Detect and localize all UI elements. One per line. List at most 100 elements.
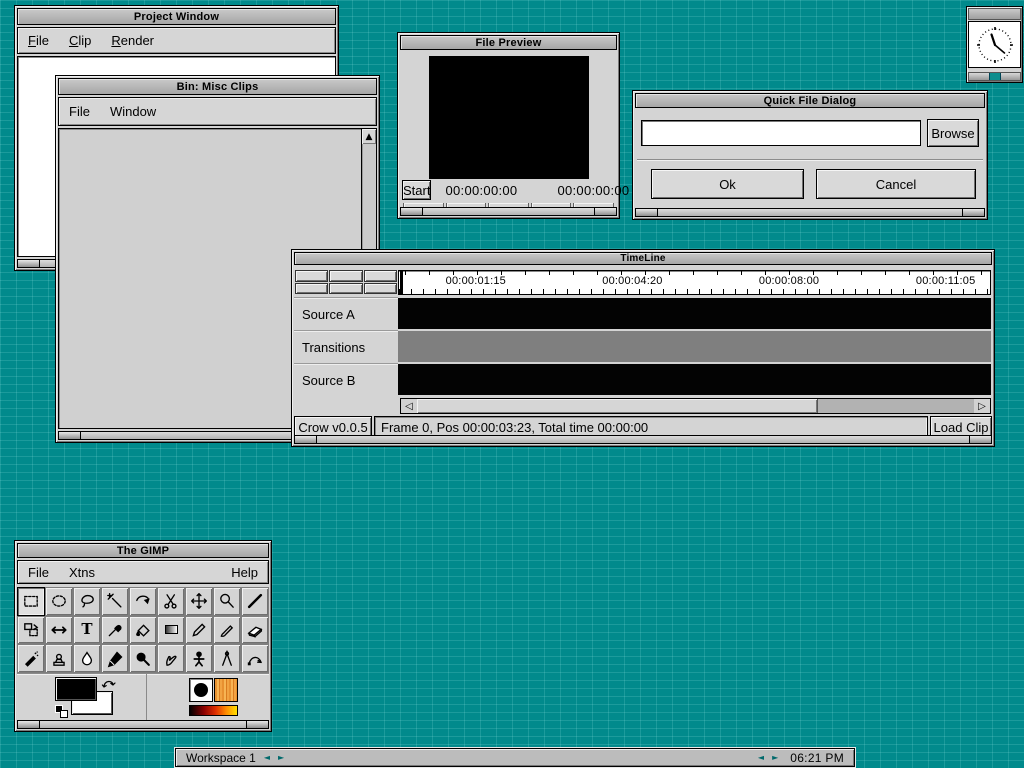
divider	[637, 159, 983, 161]
airbrush-tool[interactable]	[17, 644, 45, 673]
time-in: 00:00:00:00	[445, 183, 517, 198]
scroll-thumb[interactable]	[417, 399, 818, 413]
text-tool[interactable]: T	[73, 616, 101, 645]
cancel-button[interactable]: Cancel	[816, 169, 976, 199]
file-preview-title: File Preview	[476, 37, 542, 49]
pencil-tool[interactable]	[185, 616, 213, 645]
resize-grip[interactable]	[294, 435, 992, 444]
swap-colors-icon[interactable]	[101, 676, 117, 690]
rect-select-tool[interactable]	[17, 587, 45, 616]
timeline-horizontal-scrollbar[interactable]: ◁ ▷	[400, 398, 991, 414]
menu-file[interactable]: File	[18, 33, 59, 48]
menu-file[interactable]: File	[59, 104, 100, 119]
timeline-button[interactable]	[329, 270, 362, 282]
menu-render[interactable]: Render	[101, 33, 164, 48]
xinput-airbrush-tool[interactable]	[185, 644, 213, 673]
magnify-tool[interactable]	[213, 587, 241, 616]
gimp-indicator-area	[17, 673, 269, 720]
default-colors-icon[interactable]	[55, 705, 68, 718]
track-label: Transitions	[294, 330, 398, 363]
flip-tool[interactable]	[45, 616, 73, 645]
file-preview-window: File Preview Start 00:00:00:00 00:00:00:…	[397, 32, 620, 219]
bucket-fill-tool[interactable]	[129, 616, 157, 645]
quick-file-dialog-titlebar[interactable]: Quick File Dialog	[635, 93, 985, 108]
resize-grip[interactable]	[400, 207, 617, 216]
bin-window-title: Bin: Misc Clips	[177, 81, 259, 93]
dock-handle[interactable]	[989, 73, 1001, 80]
clock-face	[968, 21, 1021, 68]
menu-xtns[interactable]: Xtns	[59, 565, 105, 580]
paintbrush-tool[interactable]	[213, 616, 241, 645]
start-button[interactable]: Start	[402, 180, 431, 200]
timeline-titlebar[interactable]: TimeLine	[294, 252, 992, 265]
track-transitions[interactable]	[398, 331, 991, 362]
blend-tool[interactable]	[157, 616, 185, 645]
project-window-titlebar[interactable]: Project Window	[17, 8, 336, 25]
timeline-button[interactable]	[295, 270, 328, 282]
resize-grip[interactable]	[635, 208, 985, 217]
timeline-button[interactable]	[295, 283, 328, 295]
ink-tool[interactable]	[101, 644, 129, 673]
free-select-tool[interactable]	[73, 587, 101, 616]
timeline-title: TimeLine	[620, 253, 665, 264]
workspace-next-icon[interactable]: ►	[278, 753, 284, 762]
smudge-tool[interactable]	[157, 644, 185, 673]
file-path-input[interactable]	[641, 120, 921, 146]
gimp-toolbox-window: The GIMP File Xtns Help T	[14, 540, 272, 732]
quick-file-dialog: Quick File Dialog Browse Ok Cancel	[632, 90, 988, 220]
track-source-a[interactable]	[398, 298, 991, 329]
timeline-button[interactable]	[329, 283, 362, 295]
ok-button[interactable]: Ok	[651, 169, 804, 199]
quick-file-dialog-title: Quick File Dialog	[764, 95, 857, 107]
browse-button[interactable]: Browse	[927, 119, 979, 147]
ellipse-select-tool[interactable]	[45, 587, 73, 616]
scroll-left-icon[interactable]: ◁	[401, 399, 417, 413]
timeline-button[interactable]	[364, 283, 397, 295]
brush-shape	[194, 683, 208, 697]
eraser-tool[interactable]	[241, 616, 269, 645]
clone-tool[interactable]	[45, 644, 73, 673]
file-preview-titlebar[interactable]: File Preview	[400, 35, 617, 50]
scroll-right-icon[interactable]: ▷	[974, 399, 990, 413]
color-picker-tool[interactable]	[101, 616, 129, 645]
timeline-button[interactable]	[364, 270, 397, 282]
track-source-b[interactable]	[398, 364, 991, 395]
track-row-transitions: Transitions	[294, 330, 992, 363]
clock-titlebar[interactable]	[968, 8, 1021, 20]
scroll-track[interactable]	[818, 399, 974, 413]
move-tool[interactable]	[185, 587, 213, 616]
workspace-label: Workspace 1	[186, 751, 256, 765]
clip-next-icon[interactable]: ►	[772, 753, 778, 762]
clock-dockapp	[966, 6, 1023, 83]
timeline-window: TimeLine 00:00:01:15 00:00:04:20 00:00:0…	[291, 249, 995, 447]
menu-window[interactable]: Window	[100, 104, 166, 119]
brush-preview[interactable]	[189, 678, 213, 702]
clip-prev-icon[interactable]: ◄	[758, 753, 764, 762]
bin-window-titlebar[interactable]: Bin: Misc Clips	[58, 78, 377, 95]
pattern-preview[interactable]	[214, 678, 238, 702]
measure-tool[interactable]	[213, 644, 241, 673]
bezier-select-tool[interactable]	[129, 587, 157, 616]
foreground-color-swatch[interactable]	[55, 677, 97, 701]
scroll-up-icon[interactable]: ▲	[362, 129, 376, 144]
track-label: Source A	[294, 297, 398, 330]
menu-file[interactable]: File	[18, 565, 59, 580]
timeline-ruler[interactable]: 00:00:01:15 00:00:04:20 00:00:08:00 00:0…	[398, 270, 991, 295]
workspace-prev-icon[interactable]: ◄	[264, 753, 270, 762]
gimp-menubar: File Xtns Help	[17, 560, 269, 584]
ruler-label: 00:00:08:00	[759, 275, 819, 287]
preview-controls: Start 00:00:00:00 00:00:00:00	[402, 179, 615, 201]
scissors-tool[interactable]	[157, 587, 185, 616]
path-tool[interactable]	[241, 644, 269, 673]
gradient-preview[interactable]	[189, 705, 238, 716]
menu-help[interactable]: Help	[221, 565, 268, 580]
dodge-burn-tool[interactable]	[129, 644, 157, 673]
resize-grip[interactable]	[17, 720, 269, 729]
gimp-titlebar[interactable]: The GIMP	[17, 543, 269, 558]
convolve-tool[interactable]	[73, 644, 101, 673]
fuzzy-select-tool[interactable]	[101, 587, 129, 616]
menu-clip[interactable]: Clip	[59, 33, 101, 48]
time-out: 00:00:00:00	[557, 183, 629, 198]
crop-tool[interactable]	[241, 587, 269, 616]
transform-tool[interactable]	[17, 616, 45, 645]
